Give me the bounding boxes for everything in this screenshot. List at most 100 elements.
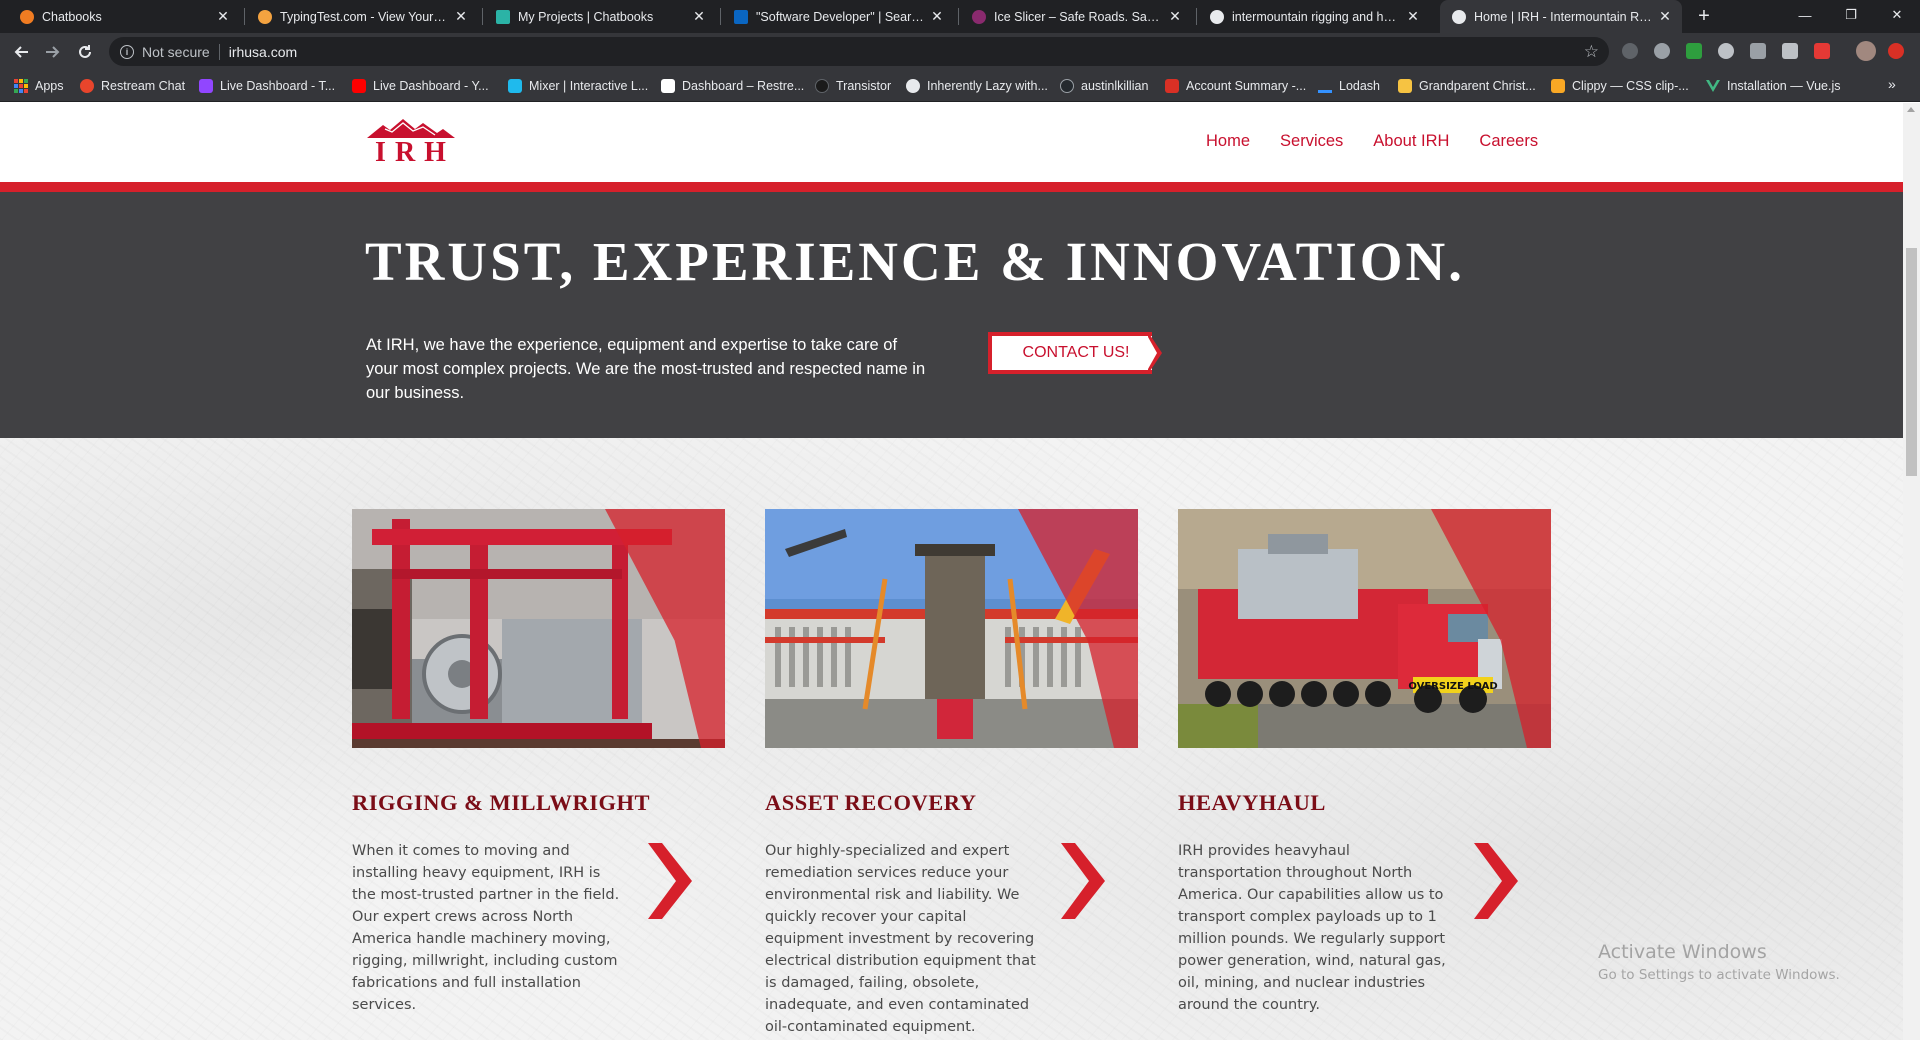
extension-target-icon[interactable]: [1718, 43, 1734, 59]
lodash-icon: [1318, 79, 1332, 93]
asset-recovery-photo[interactable]: [765, 509, 1138, 748]
ice-slicer-favicon-icon: [972, 9, 986, 24]
forward-button[interactable]: [40, 39, 66, 65]
bookmark-github-profile[interactable]: austinlkillian: [1060, 77, 1148, 95]
extension-note-icon[interactable]: [1782, 43, 1798, 59]
service-description: IRH provides heavyhaul transportation th…: [1178, 843, 1446, 1013]
arrow-left-icon: [14, 46, 28, 58]
service-description: Our highly-specialized and expert remedi…: [765, 843, 1036, 1035]
reload-button[interactable]: [72, 39, 98, 65]
bookmark-transistor[interactable]: Transistor: [815, 77, 891, 95]
restream-icon: [80, 79, 94, 93]
info-icon[interactable]: i: [120, 44, 134, 59]
close-icon[interactable]: ✕: [216, 8, 230, 24]
scrollbar-thumb[interactable]: [1906, 248, 1917, 476]
github-icon: [1060, 79, 1074, 93]
chevron-right-icon[interactable]: [648, 843, 692, 919]
tab-title: My Projects | Chatbooks: [518, 9, 654, 24]
nav-services[interactable]: Services: [1280, 132, 1343, 151]
close-icon[interactable]: ✕: [1406, 8, 1420, 24]
tab-irh-home[interactable]: Home | IRH - Intermountain Rigg ✕: [1440, 0, 1682, 33]
restore-button[interactable]: ❐: [1828, 0, 1874, 30]
tab-chatbooks[interactable]: Chatbooks ✕: [8, 0, 240, 33]
tab-my-projects[interactable]: My Projects | Chatbooks ✕: [484, 0, 716, 33]
security-label: Not secure: [142, 43, 210, 60]
globe-favicon-icon: [1452, 9, 1466, 24]
extension-github-icon[interactable]: [1622, 43, 1638, 59]
address-bar[interactable]: i Not secure irhusa.com ☆: [109, 37, 1609, 66]
typingtest-favicon-icon: [258, 9, 272, 24]
tab-strip: Chatbooks ✕ TypingTest.com - View Your T…: [0, 0, 1920, 33]
close-icon[interactable]: ✕: [692, 8, 706, 24]
bookmark-mixer[interactable]: Mixer | Interactive L...: [508, 77, 648, 95]
close-icon[interactable]: ✕: [1658, 8, 1672, 24]
service-description: When it comes to moving and installing h…: [352, 843, 620, 1013]
page-scrollbar[interactable]: [1903, 103, 1920, 1040]
google-favicon-icon: [1210, 9, 1224, 24]
activate-windows-watermark: Activate Windows Go to Settings to activ…: [1598, 941, 1840, 983]
bookmark-vue-installation[interactable]: Installation — Vue.js: [1706, 77, 1840, 95]
nav-careers[interactable]: Careers: [1479, 132, 1538, 151]
update-alert-icon[interactable]: [1888, 43, 1904, 59]
bookmark-apps[interactable]: Apps: [14, 77, 64, 95]
header-divider: [0, 182, 1903, 192]
extension-tag-icon[interactable]: [1814, 43, 1830, 59]
mountain-logo-icon: [367, 119, 455, 138]
bookmark-clippy[interactable]: Clippy — CSS clip-...: [1551, 77, 1689, 95]
bookmark-star-icon[interactable]: ☆: [1584, 42, 1599, 62]
linkedin-favicon-icon: [734, 9, 748, 24]
avatar[interactable]: [1856, 41, 1876, 61]
bookmark-inherently-lazy[interactable]: Inherently Lazy with...: [906, 77, 1048, 95]
bookmarks-bar: Apps Restream Chat Live Dashboard - T...…: [0, 70, 1920, 102]
extension-vue-icon[interactable]: [1750, 43, 1766, 59]
hero-section: TRUST, EXPERIENCE & INNOVATION. At IRH, …: [0, 192, 1903, 438]
browser-toolbar: i Not secure irhusa.com ☆: [0, 33, 1920, 70]
back-button[interactable]: [8, 39, 34, 65]
minimize-button[interactable]: —: [1782, 0, 1828, 30]
page-viewport: IRH Home Services About IRH Careers TRUS…: [0, 103, 1903, 1040]
tab-typingtest[interactable]: TypingTest.com - View Your Typing ✕: [246, 0, 478, 33]
bank-icon: [1165, 79, 1179, 93]
contact-us-button[interactable]: CONTACT US!: [988, 332, 1164, 374]
logo-text: IRH: [375, 137, 455, 168]
bookmark-twitch-dashboard[interactable]: Live Dashboard - T...: [199, 77, 335, 95]
tab-ice-slicer[interactable]: Ice Slicer – Safe Roads. Saving Liv ✕: [960, 0, 1192, 33]
contact-us-label: CONTACT US!: [988, 332, 1152, 374]
scroll-up-arrow-icon[interactable]: [1907, 107, 1915, 112]
nav-home[interactable]: Home: [1206, 132, 1250, 151]
heavyhaul-photo[interactable]: OVERSIZE LOAD: [1178, 509, 1551, 748]
tab-title: Ice Slicer – Safe Roads. Saving Liv: [994, 9, 1162, 24]
window-close-button[interactable]: ✕: [1874, 0, 1920, 30]
url-text[interactable]: irhusa.com: [229, 44, 297, 60]
extension-css-icon[interactable]: [1686, 43, 1702, 59]
transistor-icon: [815, 79, 829, 93]
bookmark-account-summary[interactable]: Account Summary -...: [1165, 77, 1306, 95]
bookmark-lodash[interactable]: Lodash: [1318, 77, 1380, 95]
close-icon[interactable]: ✕: [930, 8, 944, 24]
irh-logo[interactable]: IRH: [365, 117, 457, 169]
new-tab-button[interactable]: +: [1692, 4, 1716, 28]
close-icon[interactable]: ✕: [454, 8, 468, 24]
bookmark-restream-dashboard[interactable]: Dashboard – Restre...: [661, 77, 804, 95]
tab-title: Home | IRH - Intermountain Rigg: [1474, 9, 1652, 24]
bookmarks-overflow-button[interactable]: »: [1888, 76, 1896, 92]
arrow-right-icon: [46, 46, 60, 58]
apps-grid-icon: [14, 79, 28, 93]
rigging-photo[interactable]: [352, 509, 725, 748]
tab-title: TypingTest.com - View Your Typing: [280, 9, 448, 24]
tab-linkedin-search[interactable]: "Software Developer" | Search | L ✕: [722, 0, 954, 33]
mixer-icon: [508, 79, 522, 93]
service-title: ASSET RECOVERY: [765, 790, 977, 815]
reload-icon: [79, 45, 91, 58]
tab-google-search[interactable]: intermountain rigging and hauling ✕: [1198, 0, 1430, 33]
chevron-right-icon[interactable]: [1061, 843, 1105, 919]
nav-about[interactable]: About IRH: [1373, 132, 1449, 151]
bookmark-restream-chat[interactable]: Restream Chat: [80, 77, 185, 95]
close-icon[interactable]: ✕: [1168, 8, 1182, 24]
bookmark-grandparent[interactable]: Grandparent Christ...: [1398, 77, 1536, 95]
extension-react-icon[interactable]: [1654, 43, 1670, 59]
chevron-right-icon[interactable]: [1474, 843, 1518, 919]
bookmark-youtube-dashboard[interactable]: Live Dashboard - Y...: [352, 77, 489, 95]
main-nav: Home Services About IRH Careers: [1206, 132, 1568, 151]
clippy-icon: [1551, 79, 1565, 93]
